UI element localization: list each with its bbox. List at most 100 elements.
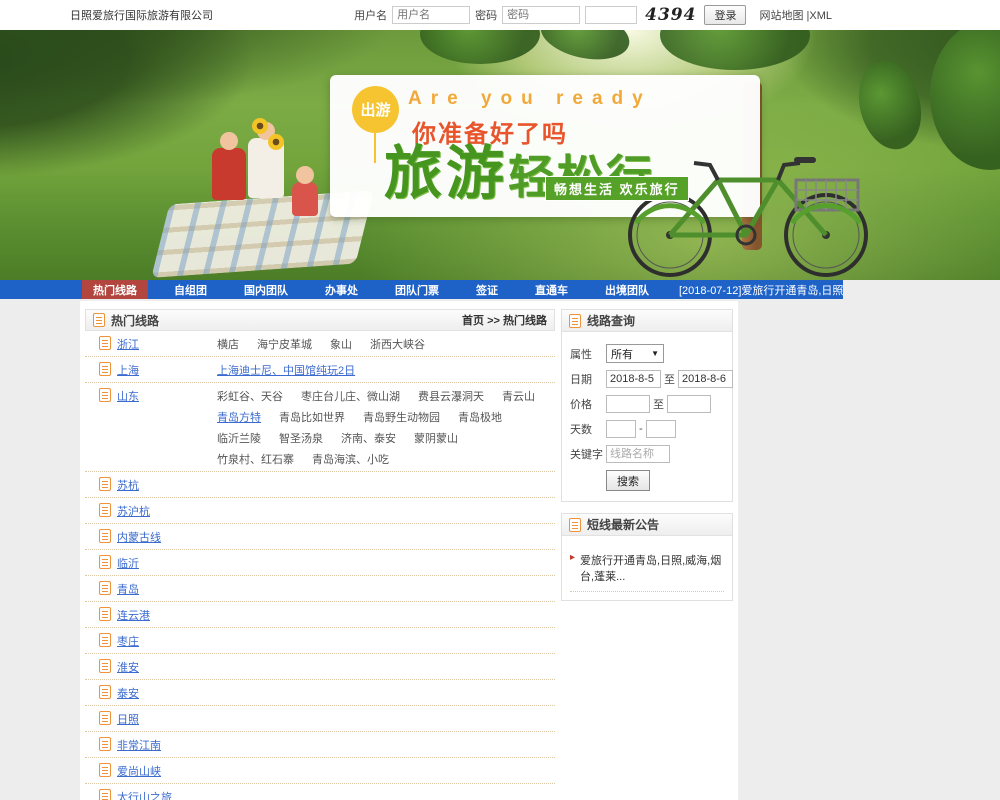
captcha-image: 4394 [645, 5, 696, 25]
vine-leaves [536, 30, 634, 67]
document-icon [99, 529, 111, 543]
date-to-input[interactable] [678, 370, 733, 388]
badge-line [374, 133, 376, 163]
notice-text: 爱旅行开通青岛,日照,威海,烟台,蓬莱... [580, 552, 724, 584]
foliage-right [930, 30, 1000, 170]
banner-subtitle: 畅想生活 欢乐旅行 [545, 176, 689, 201]
date-to-label: 至 [664, 371, 675, 387]
route-region-link[interactable]: 山东 [117, 388, 217, 404]
notice-header: 短线最新公告 [562, 514, 732, 536]
sitemap-link[interactable]: 网站地图 |XML [759, 7, 832, 23]
username-input[interactable] [392, 6, 470, 24]
attribute-select[interactable]: 所有 ▼ [606, 344, 664, 363]
route-sub-link[interactable]: 济南、泰安 [341, 430, 396, 446]
route-region-link[interactable]: 苏沪杭 [117, 503, 217, 519]
route-sub-link[interactable]: 青岛方特 [217, 409, 261, 425]
captcha-input[interactable] [585, 6, 637, 24]
date-from-input[interactable] [606, 370, 661, 388]
price-to-input[interactable] [667, 395, 711, 413]
route-region-link[interactable]: 非常江南 [117, 737, 217, 753]
route-sub-link[interactable]: 竹泉村、红石寨 [217, 451, 294, 467]
nav-item-直通车[interactable]: 直通车 [524, 280, 579, 299]
days-to-input[interactable] [646, 420, 676, 438]
password-input[interactable] [502, 6, 580, 24]
nav-item-自组团[interactable]: 自组团 [163, 280, 218, 299]
price-to-label: 至 [653, 396, 664, 412]
route-sub-link[interactable]: 象山 [330, 336, 352, 352]
route-list: 浙江横店海宁皮革城象山浙西大峡谷上海上海迪士尼、中国馆纯玩2日山东彩虹谷、天谷枣… [85, 331, 555, 800]
route-sub-link[interactable]: 浙西大峡谷 [370, 336, 425, 352]
chevron-down-icon: ▼ [651, 349, 659, 358]
route-region-link[interactable]: 浙江 [117, 336, 217, 352]
route-region-link[interactable]: 临沂 [117, 555, 217, 571]
route-region-link[interactable]: 爱尚山峡 [117, 763, 217, 779]
route-sub-link[interactable]: 上海迪士尼、中国馆纯玩2日 [217, 362, 355, 378]
breadcrumb-separator: >> [484, 315, 503, 327]
route-sub-link[interactable]: 青岛比如世界 [279, 409, 345, 425]
route-region-link[interactable]: 泰安 [117, 685, 217, 701]
document-icon [569, 518, 581, 532]
route-sub-link[interactable]: 青岛野生动物园 [363, 409, 440, 425]
login-button[interactable]: 登录 [704, 5, 746, 25]
route-region-link[interactable]: 上海 [117, 362, 217, 378]
vine-leaves [660, 30, 810, 70]
days-label: 天数 [570, 421, 606, 437]
nav-item-签证[interactable]: 签证 [465, 280, 509, 299]
nav-item-团队门票[interactable]: 团队门票 [384, 280, 450, 299]
route-sub-link[interactable]: 智圣汤泉 [279, 430, 323, 446]
nav-item-出境团队[interactable]: 出境团队 [594, 280, 660, 299]
route-row: 苏沪杭 [85, 498, 555, 524]
route-sub-link[interactable]: 青岛极地 [458, 409, 502, 425]
route-sub-link[interactable]: 彩虹谷、天谷 [217, 388, 283, 404]
child-figure [292, 182, 318, 216]
route-region-link[interactable]: 淮安 [117, 659, 217, 675]
nav-item-热门线路[interactable]: 热门线路 [82, 280, 148, 299]
username-label: 用户名 [354, 7, 387, 23]
price-from-input[interactable] [606, 395, 650, 413]
route-sub-link[interactable]: 费县云瀑洞天 [418, 388, 484, 404]
breadcrumb: 首页 >> 热门线路 [462, 312, 547, 328]
nav-item-办事处[interactable]: 办事处 [314, 280, 369, 299]
route-region-link[interactable]: 太行山之旅 [117, 789, 217, 800]
route-sub-link[interactable]: 横店 [217, 336, 239, 352]
route-row: 泰安 [85, 680, 555, 706]
days-separator: - [639, 423, 643, 435]
document-icon [99, 607, 111, 621]
hot-routes-panel: 热门线路 首页 >> 热门线路 浙江横店海宁皮革城象山浙西大峡谷上海上海迪士尼、… [85, 309, 555, 800]
price-label: 价格 [570, 396, 606, 412]
route-region-link[interactable]: 日照 [117, 711, 217, 727]
route-region-link[interactable]: 青岛 [117, 581, 217, 597]
route-row: 非常江南 [85, 732, 555, 758]
route-sub-links: 上海迪士尼、中国馆纯玩2日 [217, 362, 555, 378]
hero-banner: 出游 Are you ready 你准备好了吗 旅游 轻松行 畅想生活 欢乐旅行 [0, 30, 1000, 280]
notice-item[interactable]: ▸爱旅行开通青岛,日照,威海,烟台,蓬莱... [570, 546, 724, 592]
route-search-header: 线路查询 [562, 310, 732, 332]
keyword-input[interactable] [606, 445, 670, 463]
attribute-selected-value: 所有 [611, 346, 633, 362]
document-icon [99, 388, 111, 402]
route-sub-link[interactable]: 临沂兰陵 [217, 430, 261, 446]
days-from-input[interactable] [606, 420, 636, 438]
notice-list: ▸爱旅行开通青岛,日照,威海,烟台,蓬莱... [562, 536, 732, 600]
route-region-link[interactable]: 枣庄 [117, 633, 217, 649]
route-region-link[interactable]: 苏杭 [117, 477, 217, 493]
route-sub-link[interactable]: 枣庄台儿庄、微山湖 [301, 388, 400, 404]
route-sub-link[interactable]: 青岛海滨、小吃 [312, 451, 389, 467]
route-sub-link[interactable]: 海宁皮革城 [257, 336, 312, 352]
announcement-ticker[interactable]: [2018-07-12]爱旅行开通青岛,日照,威海,烟台,蓬莱,连云港金品五日.… [679, 282, 843, 298]
route-region-link[interactable]: 内蒙古线 [117, 529, 217, 545]
route-sub-links: 彩虹谷、天谷 枣庄台儿庄、微山湖 费县云瀑洞天 青云山青岛方特 青岛比如世界 青岛野生动物… [217, 388, 555, 467]
route-sub-link[interactable]: 青云山 [502, 388, 535, 404]
route-row: 枣庄 [85, 628, 555, 654]
route-sub-link[interactable]: 蒙阴蒙山 [414, 430, 458, 446]
route-region-link[interactable]: 连云港 [117, 607, 217, 623]
person-figure [212, 148, 246, 200]
nav-item-国内团队[interactable]: 国内团队 [233, 280, 299, 299]
document-icon [99, 336, 111, 350]
document-icon [99, 685, 111, 699]
route-sub-links: 横店 海宁皮革城 象山 浙西大峡谷 [217, 336, 555, 352]
document-icon [99, 711, 111, 725]
breadcrumb-home[interactable]: 首页 [462, 315, 484, 327]
search-button[interactable]: 搜索 [606, 470, 650, 491]
route-search-title: 线路查询 [587, 312, 635, 329]
